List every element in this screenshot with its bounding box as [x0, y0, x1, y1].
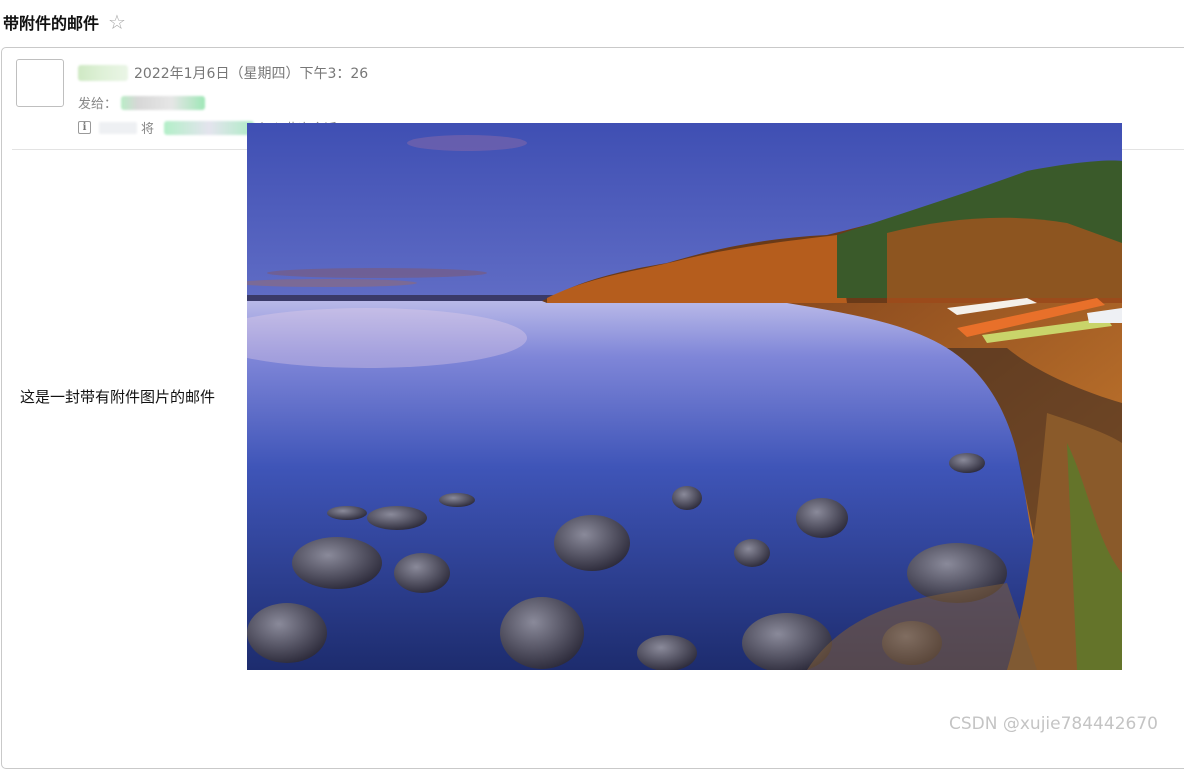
mail-body-text: 这是一封带有附件图片的邮件 — [20, 388, 216, 406]
invitee-redacted — [164, 120, 255, 135]
mail-subject-header: 带附件的邮件 ☆ — [3, 10, 126, 34]
image-watermark: 动态图片基地 — [262, 681, 388, 705]
sender-avatar[interactable] — [16, 59, 64, 107]
star-icon[interactable]: ☆ — [108, 12, 126, 32]
recipient-line: 发给： — [78, 93, 206, 112]
csdn-watermark: CSDN @xujie784442670 — [949, 714, 1158, 734]
invitor-redacted — [99, 121, 137, 134]
to-label: 发给： — [78, 97, 118, 112]
mail-datetime: 2022年1月6日（星期四）下午3：26 — [134, 66, 369, 82]
join-verb: 将 — [141, 122, 155, 137]
mail-subject: 带附件的邮件 — [3, 14, 100, 33]
attachment-image[interactable] — [247, 123, 1122, 670]
recipient-redacted[interactable] — [121, 95, 206, 110]
sender-name-redacted[interactable] — [78, 65, 128, 81]
sender-line: 2022年1月6日（星期四）下午3：26 — [78, 63, 368, 83]
info-icon: i — [78, 121, 91, 134]
